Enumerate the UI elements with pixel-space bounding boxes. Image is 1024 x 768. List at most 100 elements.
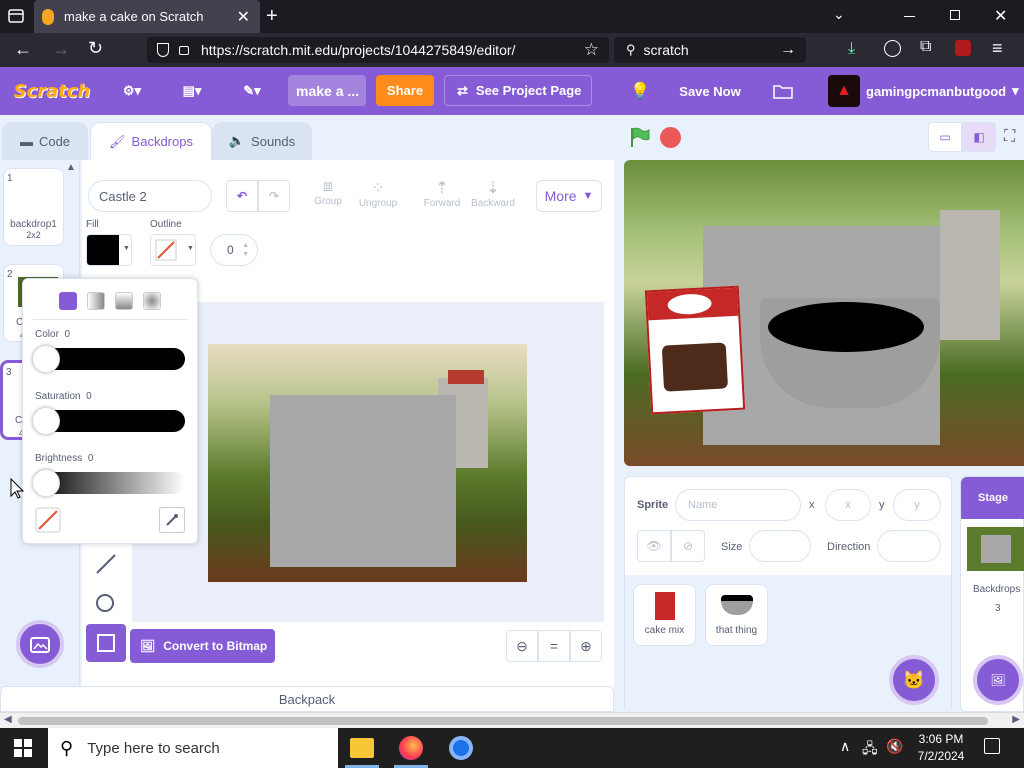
scroll-up-icon[interactable]: ▲: [66, 162, 76, 173]
show-hidden-icons[interactable]: ∧: [840, 738, 850, 755]
tab-backdrops[interactable]: 🖌 Backdrops: [90, 122, 212, 160]
size-input[interactable]: [749, 530, 811, 562]
hide-sprite-button[interactable]: ⊘: [671, 530, 705, 562]
search-go-icon[interactable]: →: [780, 41, 796, 59]
scratch-logo[interactable]: Scratch: [12, 67, 92, 115]
color-slider[interactable]: [32, 345, 185, 373]
address-bar[interactable]: https://scratch.mit.edu/projects/1044275…: [147, 37, 609, 63]
sprite-tile[interactable]: cake mix: [633, 584, 696, 646]
gray-rectangle-shape[interactable]: [270, 395, 456, 567]
tutorials-lightbulb-icon[interactable]: 💡: [626, 67, 654, 115]
solid-fill-swatch[interactable]: [59, 292, 77, 310]
back-icon[interactable]: ←: [14, 39, 32, 60]
zoom-reset-button[interactable]: =: [538, 630, 570, 662]
outline-color-dropdown[interactable]: ▼: [150, 234, 196, 266]
tab-overflow-icon[interactable]: ⌄: [833, 6, 845, 23]
paint-canvas-area[interactable]: [132, 302, 604, 622]
downloads-icon[interactable]: ⤓: [848, 40, 855, 58]
outline-width-input[interactable]: 0 ▲ ▼: [210, 234, 258, 266]
stage-canvas[interactable]: [624, 160, 1024, 466]
minimize-icon[interactable]: [904, 16, 915, 17]
horizontal-gradient-swatch[interactable]: [87, 292, 105, 310]
stage-thumbnail[interactable]: [967, 527, 1024, 571]
backpack-bar[interactable]: Backpack: [0, 686, 614, 712]
url-text[interactable]: https://scratch.mit.edu/projects/1044275…: [201, 42, 515, 58]
no-color-swatch[interactable]: [35, 507, 61, 533]
restore-icon[interactable]: [950, 10, 960, 20]
radial-gradient-swatch[interactable]: [143, 292, 161, 310]
ungroup-button[interactable]: ⁘ Ungroup: [354, 178, 402, 209]
normal-stage-mode-icon[interactable]: ◧: [962, 122, 996, 152]
network-icon[interactable]: 🖧: [862, 738, 878, 762]
account-icon[interactable]: [884, 40, 901, 57]
green-flag-icon[interactable]: [628, 126, 650, 148]
x-input[interactable]: x: [825, 489, 871, 521]
costume-name-input[interactable]: Castle 2: [88, 180, 212, 212]
y-input[interactable]: y: [893, 489, 941, 521]
zoom-out-button[interactable]: ⊖: [506, 630, 538, 662]
undo-button[interactable]: ↶: [226, 180, 258, 212]
forward-icon[interactable]: →: [52, 39, 70, 60]
scroll-right-icon[interactable]: ▶: [1012, 714, 1020, 725]
volume-muted-icon[interactable]: 🔇: [886, 738, 903, 755]
choose-backdrop-stage-button[interactable]: 🖼: [973, 655, 1023, 705]
notifications-icon[interactable]: [984, 738, 1000, 754]
chromium-icon[interactable]: [449, 736, 473, 760]
show-sprite-button[interactable]: 👁: [637, 530, 671, 562]
bookmark-star-icon[interactable]: ☆: [584, 40, 599, 60]
save-now-button[interactable]: Save Now: [672, 67, 748, 115]
share-button[interactable]: Share: [376, 75, 434, 106]
horizontal-scrollbar[interactable]: ◀ ▶: [0, 712, 1024, 728]
reload-icon[interactable]: ↻: [88, 38, 103, 59]
cake-mix-sprite[interactable]: [644, 285, 746, 415]
browser-tab[interactable]: make a cake on Scratch ✕: [34, 0, 260, 33]
backdrop-tile[interactable]: 1 backdrop1 2x2: [3, 168, 64, 246]
convert-to-bitmap-button[interactable]: 🖼 Convert to Bitmap: [130, 629, 275, 663]
choose-backdrop-button[interactable]: [16, 620, 64, 668]
addon-icon[interactable]: [955, 40, 971, 56]
fullscreen-icon[interactable]: ⛶: [1004, 128, 1015, 146]
tab-sounds[interactable]: 🔈 Sounds: [212, 122, 312, 160]
file-menu-icon[interactable]: ▤▾: [172, 67, 212, 115]
small-stage-mode-icon[interactable]: ▭: [928, 122, 962, 152]
sprite-tile[interactable]: that thing: [705, 584, 768, 646]
direction-input[interactable]: [877, 530, 941, 562]
windows-start-icon[interactable]: [14, 739, 32, 757]
new-tab-button[interactable]: +: [266, 5, 278, 28]
my-stuff-folder-icon[interactable]: [768, 67, 798, 115]
stop-icon[interactable]: [660, 127, 681, 148]
scroll-left-icon[interactable]: ◀: [4, 714, 12, 725]
line-tool-icon[interactable]: [94, 552, 118, 576]
rectangle-tool-icon[interactable]: [86, 624, 126, 662]
vertical-gradient-swatch[interactable]: [115, 292, 133, 310]
redo-button[interactable]: ↷: [258, 180, 290, 212]
circle-tool-icon[interactable]: [96, 594, 114, 612]
group-button[interactable]: ⧈ Group: [308, 178, 348, 207]
extensions-icon[interactable]: ⧉: [920, 38, 931, 56]
sprite-name-input[interactable]: Name: [675, 489, 801, 521]
file-explorer-icon[interactable]: [350, 738, 374, 758]
tab-close-icon[interactable]: ✕: [237, 7, 250, 27]
forward-button[interactable]: ⇡ Forward: [420, 178, 464, 209]
settings-gear-icon[interactable]: ⚙▾: [112, 67, 152, 115]
saturation-slider[interactable]: [32, 407, 185, 435]
taskbar-search-box[interactable]: ⚲ Type here to search: [48, 728, 338, 768]
saturation-slider-handle[interactable]: [32, 407, 60, 435]
see-project-page-button[interactable]: ⇄ See Project Page: [444, 75, 592, 106]
choose-sprite-button[interactable]: 🐱: [889, 655, 939, 705]
eyedropper-icon[interactable]: [159, 507, 185, 533]
system-clock[interactable]: 3:06 PM 7/2/2024: [912, 731, 970, 765]
search-text[interactable]: scratch: [644, 42, 689, 58]
lock-icon[interactable]: [179, 45, 189, 55]
more-menu[interactable]: More ▼: [536, 180, 602, 212]
color-slider-handle[interactable]: [32, 345, 60, 373]
backward-button[interactable]: ⇣ Backward: [468, 178, 518, 209]
brightness-slider[interactable]: [32, 469, 185, 497]
zoom-in-button[interactable]: ⊕: [570, 630, 602, 662]
firefox-icon[interactable]: [399, 736, 423, 760]
close-window-icon[interactable]: ✕: [994, 6, 1007, 26]
tab-code[interactable]: ▬ Code: [2, 122, 88, 160]
search-bar[interactable]: ⚲ scratch →: [614, 37, 806, 63]
tracking-shield-icon[interactable]: [157, 43, 169, 57]
edit-menu-icon[interactable]: ✎▾: [232, 67, 272, 115]
